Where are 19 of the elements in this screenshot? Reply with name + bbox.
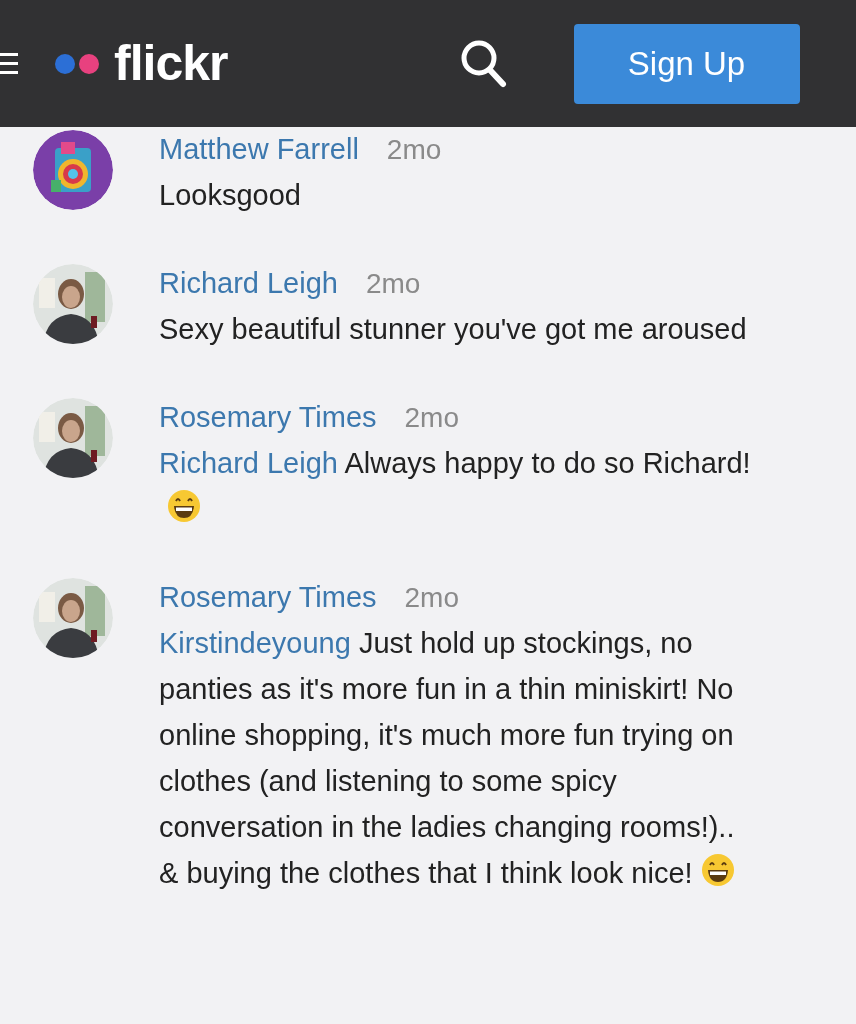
author-link[interactable]: Rosemary Times [159,396,377,440]
author-link[interactable]: Rosemary Times [159,576,377,620]
comment-text: Looksgood [159,178,302,213]
comment-time: 2mo [404,401,459,435]
comment-time: 2mo [404,581,459,615]
author-link[interactable]: Matthew Farrell [159,128,359,172]
comment-time: 2mo [365,267,421,301]
dots-icon [54,52,100,75]
mention-link[interactable]: Richard Leigh [159,447,338,479]
logo[interactable]: flickr [114,26,228,101]
author-link[interactable]: Richard Leigh [159,262,338,306]
comment-text: Richard Leigh Always happy to do so Richard! [159,440,759,532]
search-icon[interactable] [459,38,508,89]
menu-icon[interactable] [0,50,20,77]
sign-up-button[interactable]: Sign Up [573,23,800,104]
comment-text: Kirstindeyoung Just hold up stockings, no panties as it's more fun in a thin miniskirt! No online shopping, it's much more fun trying on clothes (and listening to some spicy conversation in the ladies changing rooms!).. & buying the clothes that I think look nice! [159,626,736,891]
comment-text: Sexy beautiful stunner you've got me aroused [159,312,748,347]
mention-link[interactable]: Kirstindeyoung [159,627,351,659]
comment-time: 2mo [386,133,442,167]
